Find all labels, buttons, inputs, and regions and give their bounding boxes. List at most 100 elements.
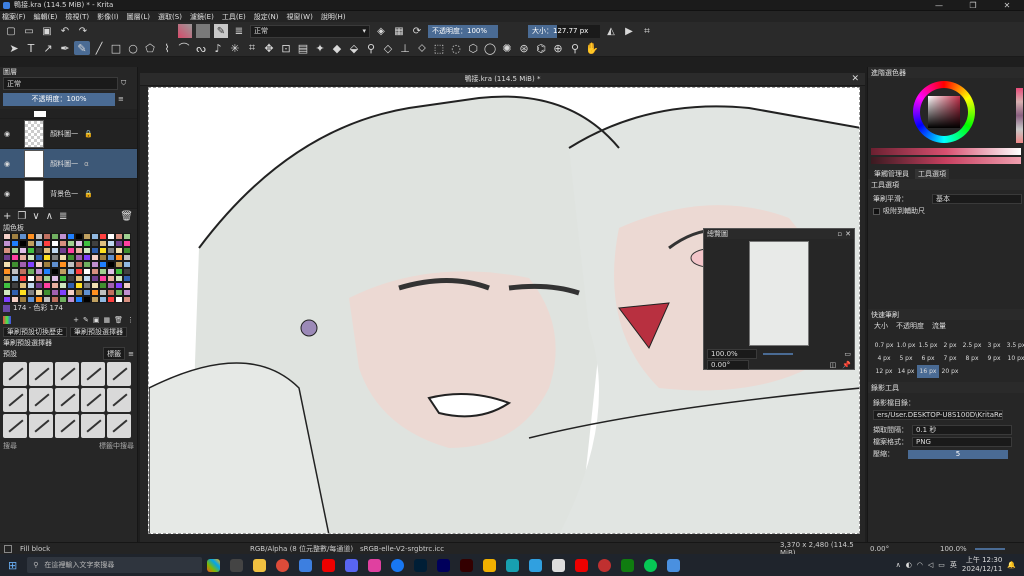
palette-swatch[interactable]	[27, 233, 35, 240]
palette-swatch[interactable]	[51, 268, 59, 275]
palette-swatch[interactable]	[107, 289, 115, 296]
capture-field[interactable]: 0.1 秒	[912, 425, 1012, 435]
maximize-button[interactable]: ❐	[956, 0, 990, 11]
palette-swatch[interactable]	[19, 282, 27, 289]
layer-properties-icon[interactable]: ≣	[59, 211, 67, 222]
assistant-tool-icon[interactable]: ◇	[380, 41, 396, 55]
tab-brush-history[interactable]: 筆刷預設切換歷史	[3, 327, 67, 337]
palette-swatch[interactable]	[19, 275, 27, 282]
palette-swatch[interactable]	[3, 233, 11, 240]
layer-row[interactable]: ◉ 顏料圖一 🔒	[0, 119, 137, 149]
palette-swatch[interactable]	[83, 233, 91, 240]
quality-slider[interactable]: 5	[908, 449, 1008, 459]
enclose-fill-icon[interactable]: ⬙	[346, 41, 362, 55]
polygon-tool-icon[interactable]: ⬠	[142, 41, 158, 55]
palette-icon[interactable]	[3, 315, 11, 324]
palette-swatch[interactable]	[99, 296, 107, 303]
palette-swatch[interactable]	[51, 296, 59, 303]
palette-swatch[interactable]	[115, 247, 123, 254]
eraser-mode-icon[interactable]: ◈	[374, 24, 388, 38]
input-language[interactable]: 英	[950, 560, 957, 570]
xbox-icon[interactable]	[621, 558, 635, 572]
close-document-icon[interactable]: ✕	[851, 74, 859, 84]
palette-swatch[interactable]	[27, 296, 35, 303]
brush-size-option[interactable]: 2.5 px	[961, 339, 983, 352]
palette-swatch[interactable]	[11, 289, 19, 296]
brush-size-option[interactable]: 0.7 px	[873, 339, 895, 352]
overview-zoom-slider[interactable]	[763, 352, 793, 355]
palette-swatch[interactable]	[75, 268, 83, 275]
palette-swatch[interactable]	[83, 261, 91, 268]
palette-swatch[interactable]	[3, 289, 11, 296]
color-selector[interactable]	[868, 78, 1024, 148]
youtube-app-icon[interactable]	[575, 558, 589, 572]
redo-icon[interactable]: ↷	[76, 24, 90, 38]
palette-swatch[interactable]	[83, 275, 91, 282]
move-down-icon[interactable]: ∨	[32, 211, 39, 222]
palette-swatch[interactable]	[107, 261, 115, 268]
delete-layer-icon[interactable]: 🗑	[120, 211, 133, 222]
palette-swatch[interactable]	[59, 233, 67, 240]
edit-swatch-icon[interactable]: ✎	[83, 316, 89, 324]
palette-swatch[interactable]	[107, 247, 115, 254]
palette-swatch[interactable]	[35, 233, 43, 240]
mirror-view-icon[interactable]: ▭	[844, 350, 851, 358]
freehand-select-icon[interactable]: ◯	[482, 41, 498, 55]
palette-swatch[interactable]	[35, 296, 43, 303]
palette-swatch[interactable]	[67, 240, 75, 247]
tab-brush-presets[interactable]: 筆刷預設選擇器	[70, 327, 127, 337]
brush-preset-tile[interactable]	[81, 362, 105, 386]
palette-swatch[interactable]	[83, 282, 91, 289]
brush-preset-tile[interactable]	[29, 362, 53, 386]
palette-swatch[interactable]	[35, 289, 43, 296]
brush-size-option[interactable]: 16 px	[917, 365, 939, 378]
layer-menu-icon[interactable]: ≡	[118, 95, 124, 103]
menu-tools[interactable]: 工具(E)	[222, 12, 246, 22]
tag-select[interactable]: 標籤	[103, 347, 126, 360]
palette-grid[interactable]	[0, 233, 137, 303]
status-rotation[interactable]: 0.00°	[870, 545, 940, 553]
palette-swatch[interactable]	[11, 240, 19, 247]
brush-preset-tile[interactable]	[29, 388, 53, 412]
format-select[interactable]: PNG	[912, 437, 1012, 447]
palette-swatch[interactable]	[67, 261, 75, 268]
new-file-icon[interactable]: ▢	[4, 24, 18, 38]
magnetic-select-icon[interactable]: ⊕	[550, 41, 566, 55]
palette-swatch[interactable]	[35, 247, 43, 254]
lock-icon[interactable]: 🔒	[84, 190, 93, 198]
brush-preset-tile[interactable]	[107, 388, 131, 412]
menu-edit[interactable]: 編輯(E)	[34, 12, 58, 22]
palette-swatch[interactable]	[75, 296, 83, 303]
gradient-tool-icon[interactable]: ▤	[295, 41, 311, 55]
windows-store-icon[interactable]	[483, 558, 497, 572]
eye-icon[interactable]: ◉	[4, 160, 10, 168]
palette-swatch[interactable]	[11, 268, 19, 275]
palette-swatch[interactable]	[75, 275, 83, 282]
palette-swatch[interactable]	[83, 240, 91, 247]
palette-swatch[interactable]	[3, 296, 11, 303]
palette-swatch[interactable]	[67, 282, 75, 289]
brush-preset-tile[interactable]	[55, 388, 79, 412]
palette-swatch[interactable]	[3, 275, 11, 282]
palette-swatch[interactable]	[35, 261, 43, 268]
tab-size[interactable]: 大小	[874, 321, 888, 331]
palette-swatch[interactable]	[11, 254, 19, 261]
float-icon[interactable]: ▫	[837, 230, 842, 238]
bezier-tool-icon[interactable]: ⌒	[176, 41, 192, 55]
palette-swatch[interactable]	[123, 261, 131, 268]
palette-swatch[interactable]	[123, 240, 131, 247]
palette-swatch[interactable]	[115, 240, 123, 247]
palette-swatch[interactable]	[115, 268, 123, 275]
palette-swatch[interactable]	[115, 233, 123, 240]
palette-swatch[interactable]	[51, 289, 59, 296]
palette-swatch[interactable]	[91, 247, 99, 254]
ellipse-select-icon[interactable]: ◌	[448, 41, 464, 55]
palette-swatch[interactable]	[91, 254, 99, 261]
palette-swatch[interactable]	[91, 275, 99, 282]
color-sampler-icon[interactable]: ⚲	[363, 41, 379, 55]
palette-swatch[interactable]	[3, 282, 11, 289]
move-up-icon[interactable]: ∧	[46, 211, 53, 222]
brush-preset-tile[interactable]	[81, 414, 105, 438]
palette-swatch[interactable]	[83, 296, 91, 303]
palette-swatch[interactable]	[115, 261, 123, 268]
